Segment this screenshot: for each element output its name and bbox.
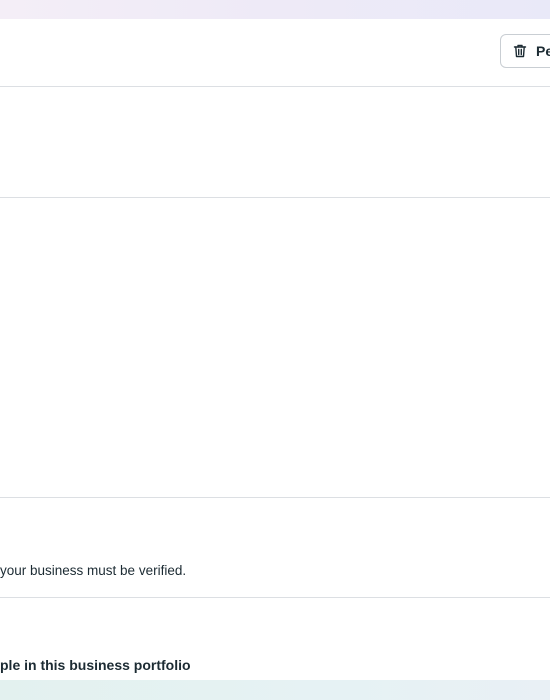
details-section <box>0 87 550 197</box>
trash-icon <box>512 43 528 59</box>
delete-button[interactable]: Pe <box>500 34 550 68</box>
people-section-heading: ple in this business portfolio <box>0 657 191 673</box>
bottom-banner-strip <box>0 680 550 700</box>
page-header: Pe <box>0 19 550 86</box>
delete-button-label: Pe <box>536 43 550 59</box>
verification-requirement-text: your business must be verified. <box>0 563 187 578</box>
section-divider <box>0 597 550 598</box>
top-banner-strip <box>0 0 550 19</box>
section-divider <box>0 497 550 498</box>
content-section <box>0 198 550 497</box>
